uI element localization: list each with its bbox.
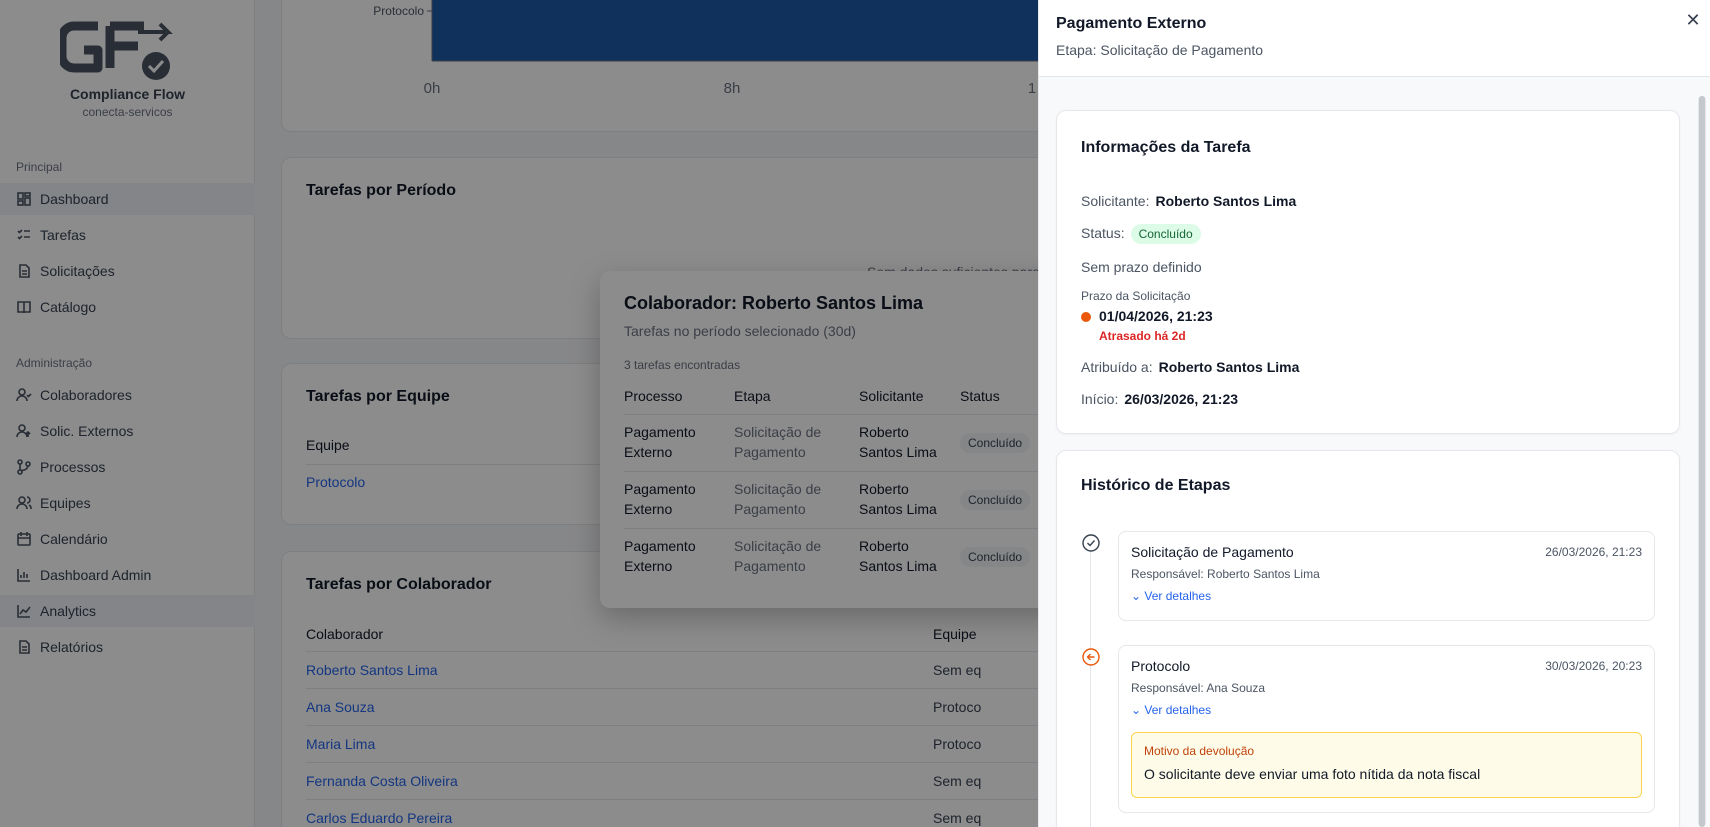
drawer-scrollbar-thumb[interactable]: [1699, 96, 1705, 827]
field-inicio: Início: 26/03/2026, 21:23: [1081, 391, 1238, 407]
field-label: Status:: [1081, 225, 1125, 241]
return-arrow-icon: [1082, 648, 1100, 666]
task-info-card: Informações da Tarefa Solicitante: Robert…: [1056, 110, 1680, 434]
drawer-header: Pagamento Externo Etapa: Solicitação de …: [1039, 0, 1710, 77]
step-title: Protocolo: [1131, 658, 1191, 674]
step-title: Solicitação de Pagamento: [1131, 544, 1294, 560]
field-label: Atribuído a:: [1081, 359, 1153, 375]
ver-detalhes-label: Ver detalhes: [1144, 703, 1212, 717]
task-detail-drawer: Pagamento Externo Etapa: Solicitação de …: [1038, 0, 1710, 827]
step-responsavel: Responsável: Roberto Santos Lima: [1131, 567, 1320, 581]
motivo-label: Motivo da devolução: [1144, 744, 1255, 758]
step-date: 26/03/2026, 21:23: [1545, 545, 1642, 559]
history-step: Solicitação de Pagamento 26/03/2026, 21:…: [1118, 531, 1655, 621]
ver-detalhes-link[interactable]: ⌄ Ver detalhes: [1131, 703, 1211, 717]
step-date: 30/03/2026, 20:23: [1545, 659, 1642, 673]
ver-detalhes-label: Ver detalhes: [1144, 589, 1212, 603]
step-responsavel: Responsável: Ana Souza: [1131, 681, 1266, 695]
check-circle-icon: [1082, 534, 1100, 552]
field-atribuido: Atribuído a: Roberto Santos Lima: [1081, 359, 1299, 375]
ver-detalhes-link[interactable]: ⌄ Ver detalhes: [1131, 589, 1211, 603]
field-value: 26/03/2026, 21:23: [1124, 391, 1239, 407]
prazo-label: Prazo da Solicitação: [1081, 289, 1191, 303]
field-label: Início:: [1081, 391, 1119, 407]
task-info-title: Informações da Tarefa: [1081, 139, 1251, 156]
prazo-late: Atrasado há 2d: [1099, 329, 1186, 343]
warning-dot-icon: [1081, 312, 1091, 322]
prazo-value: 01/04/2026, 21:23: [1099, 308, 1213, 324]
prazo-note: Sem prazo definido: [1081, 259, 1202, 275]
drawer-title: Pagamento Externo: [1056, 15, 1207, 32]
field-solicitante: Solicitante: Roberto Santos Lima: [1081, 193, 1296, 209]
field-value: Roberto Santos Lima: [1155, 193, 1297, 209]
drawer-subtitle: Etapa: Solicitação de Pagamento: [1056, 42, 1264, 58]
close-icon[interactable]: ✕: [1683, 10, 1703, 30]
status-badge: Concluído: [1130, 224, 1201, 244]
history-card: Histórico de Etapas Solicitação de Pagam…: [1056, 450, 1680, 827]
chevron-down-icon: ⌄: [1131, 589, 1145, 603]
motivo-text: O solicitante deve enviar uma foto nítid…: [1144, 766, 1481, 782]
history-step: Protocolo 30/03/2026, 20:23 Responsável:…: [1118, 645, 1655, 813]
field-value: Roberto Santos Lima: [1158, 359, 1300, 375]
field-status: Status: Concluído: [1081, 224, 1201, 244]
chevron-down-icon: ⌄: [1131, 703, 1145, 717]
history-title: Histórico de Etapas: [1081, 477, 1231, 494]
motivo-devolucao-box: Motivo da devolução O solicitante deve e…: [1131, 732, 1642, 798]
timeline-line: [1090, 545, 1091, 827]
field-label: Solicitante:: [1081, 193, 1150, 209]
